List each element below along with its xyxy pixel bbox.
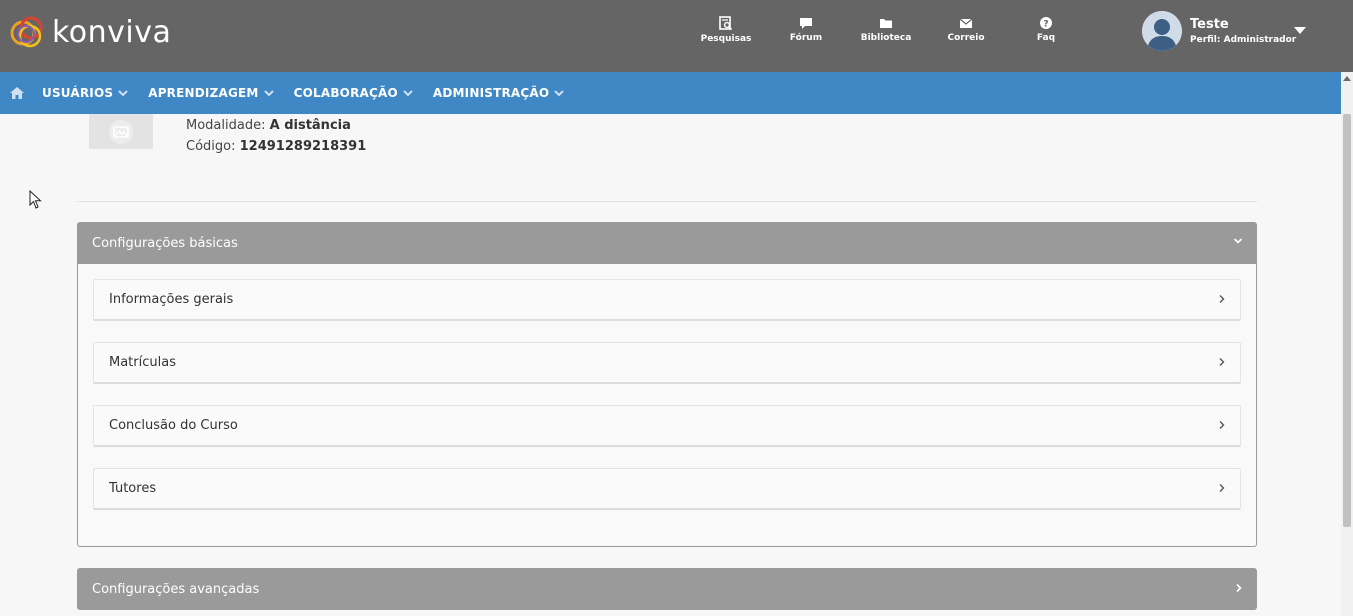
course-modality-value: A distância xyxy=(269,118,351,133)
brand-name: konviva xyxy=(52,14,172,50)
user-menu-caret-icon[interactable] xyxy=(1294,27,1306,34)
scroll-up-arrow-icon[interactable] xyxy=(1343,76,1351,81)
chevron-down-icon xyxy=(554,89,565,97)
scrollbar-thumb[interactable] xyxy=(1343,114,1351,527)
topnav-forum[interactable]: Fórum xyxy=(771,16,841,43)
card-conclusao-do-curso-label: Conclusão do Curso xyxy=(109,418,238,433)
user-avatar-icon xyxy=(1142,11,1182,51)
survey-icon xyxy=(719,16,733,31)
chevron-down-icon xyxy=(403,89,413,97)
chevron-right-icon xyxy=(1218,483,1226,493)
card-informacoes-gerais[interactable]: Informações gerais xyxy=(93,279,1241,321)
image-placeholder-icon xyxy=(109,119,133,144)
course-modality-label: Modalidade: xyxy=(186,118,266,133)
panel-advanced-settings-header[interactable]: Configurações avançadas xyxy=(77,568,1257,610)
card-matriculas[interactable]: Matrículas xyxy=(93,342,1241,384)
konviva-logo-mark-icon xyxy=(10,16,43,48)
chevron-right-icon xyxy=(1218,357,1226,367)
user-name: Teste xyxy=(1190,17,1229,32)
nav-aprendizagem[interactable]: APRENDIZAGEM xyxy=(148,86,274,100)
topnav-biblioteca-label: Biblioteca xyxy=(860,33,912,43)
card-tutores-label: Tutores xyxy=(109,481,157,496)
chevron-down-icon xyxy=(1233,237,1243,245)
chevron-right-icon xyxy=(1235,583,1243,593)
top-bar: konviva Pesquisas Fórum Biblioteca Corre… xyxy=(0,0,1353,72)
nav-aprendizagem-label: APRENDIZAGEM xyxy=(148,86,259,100)
card-tutores[interactable]: Tutores xyxy=(93,468,1241,510)
section-divider xyxy=(77,201,1257,202)
svg-text:?: ? xyxy=(1043,20,1048,30)
user-menu[interactable]: Teste Perfil: Administrador xyxy=(1142,11,1296,51)
topnav-forum-label: Fórum xyxy=(789,33,823,43)
topnav-biblioteca[interactable]: Biblioteca xyxy=(851,16,921,43)
konviva-logo[interactable]: konviva xyxy=(8,14,171,50)
topnav-correio[interactable]: Correio xyxy=(931,16,1001,43)
nav-administracao[interactable]: ADMINISTRAÇÃO xyxy=(432,86,565,100)
topnav-correio-label: Correio xyxy=(947,33,985,43)
main-nav: USUÁRIOS APRENDIZAGEM COLABORAÇÃO ADMINI… xyxy=(0,72,1341,114)
course-code: Código: 12491289218391 xyxy=(186,139,366,154)
topnav-pesquisas[interactable]: Pesquisas xyxy=(691,16,761,44)
card-matriculas-label: Matrículas xyxy=(109,355,176,370)
card-informacoes-gerais-label: Informações gerais xyxy=(109,292,234,307)
mouse-cursor-icon xyxy=(29,190,42,209)
card-conclusao-do-curso[interactable]: Conclusão do Curso xyxy=(93,405,1241,447)
course-code-label: Código: xyxy=(186,139,236,154)
home-icon[interactable] xyxy=(9,86,25,100)
topnav-faq-label: Faq xyxy=(1036,33,1056,43)
user-role: Perfil: Administrador xyxy=(1190,35,1297,45)
forum-icon xyxy=(800,18,812,29)
nav-colaboracao-label: COLABORAÇÃO xyxy=(293,86,398,100)
chevron-down-icon xyxy=(118,89,128,97)
avatar[interactable] xyxy=(1142,11,1182,51)
panel-basic-settings-title: Configurações básicas xyxy=(92,235,238,251)
nav-usuarios[interactable]: USUÁRIOS xyxy=(42,86,128,100)
panel-basic-settings-header[interactable]: Configurações básicas xyxy=(77,222,1257,264)
chevron-right-icon xyxy=(1218,294,1226,304)
course-thumbnail xyxy=(89,114,153,149)
folder-icon xyxy=(880,19,892,28)
chevron-right-icon xyxy=(1218,420,1226,430)
chevron-down-icon xyxy=(263,89,274,97)
nav-colaboracao[interactable]: COLABORAÇÃO xyxy=(294,86,413,100)
nav-usuarios-label: USUÁRIOS xyxy=(42,86,114,100)
help-icon: ? xyxy=(1040,17,1052,30)
mail-icon xyxy=(959,18,973,28)
course-modality: Modalidade: A distância xyxy=(186,118,351,133)
panel-advanced-settings-title: Configurações avançadas xyxy=(92,581,260,597)
topnav-pesquisas-label: Pesquisas xyxy=(700,34,752,44)
course-code-value: 12491289218391 xyxy=(239,139,367,154)
topnav-faq[interactable]: ? Faq xyxy=(1011,16,1081,43)
nav-administracao-label: ADMINISTRAÇÃO xyxy=(432,86,550,100)
